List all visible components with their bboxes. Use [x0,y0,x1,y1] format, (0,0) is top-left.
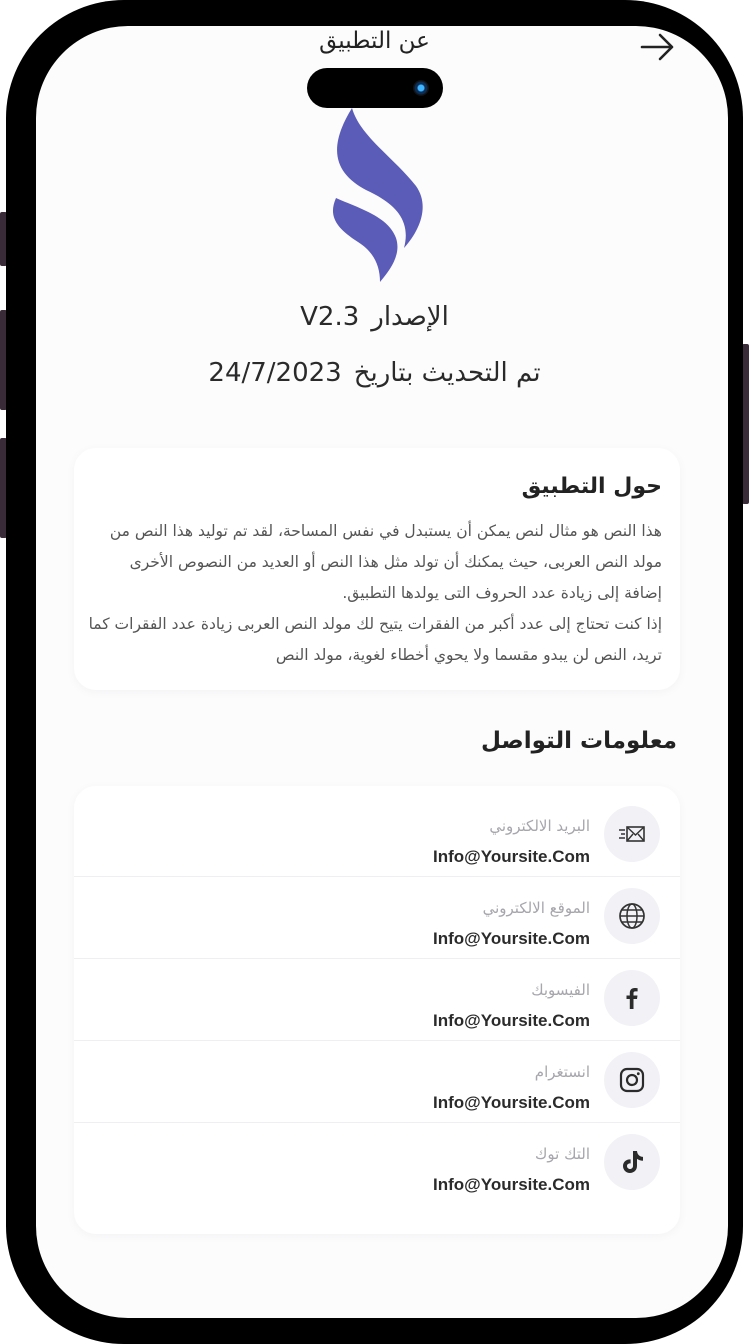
globe-icon [619,903,645,929]
contact-value[interactable]: Info@Yoursite.Com [433,929,590,949]
update-date: 24/7/2023 [208,358,342,388]
facebook-icon [626,988,638,1009]
contact-value[interactable]: Info@Yoursite.Com [433,1011,590,1031]
version-line: الإصدار V2.3 [0,302,749,332]
icon-circle [604,888,660,944]
camera-icon [413,80,429,96]
about-text: هذا النص هو مثال لنص يمكن أن يستبدل في ن… [88,516,662,671]
contact-value[interactable]: Info@Yoursite.Com [433,1093,590,1113]
update-label: تم التحديث بتاريخ [353,358,541,388]
contact-row-tiktok[interactable]: التك توك Info@Yoursite.Com [74,1123,680,1204]
contact-heading: معلومات التواصل [481,728,677,754]
dynamic-island [307,68,443,108]
contact-label: الفيسوبك [531,981,590,999]
contact-label: الموقع الالكتروني [482,899,590,917]
about-paragraph: هذا النص هو مثال لنص يمكن أن يستبدل في ن… [109,522,662,602]
tiktok-icon [623,1151,643,1173]
contact-row-website[interactable]: الموقع الالكتروني Info@Yoursite.Com [74,877,680,959]
contact-row-facebook[interactable]: الفيسوبك Info@Yoursite.Com [74,959,680,1041]
about-paragraph: إذا كنت تحتاج إلى عدد أكبر من الفقرات يت… [88,615,662,664]
back-arrow-icon[interactable] [638,30,678,64]
app-logo [332,108,423,282]
icon-circle [604,1134,660,1190]
contact-value[interactable]: Info@Yoursite.Com [433,847,590,867]
contact-label: انستغرام [534,1063,590,1081]
icon-circle [604,806,660,862]
contact-row-instagram[interactable]: انستغرام Info@Yoursite.Com [74,1041,680,1123]
about-heading: حول التطبيق [521,474,662,499]
page-title: عن التطبيق [319,28,430,54]
version-value: V2.3 [300,302,360,332]
contact-card: البريد الالكتروني Info@Yoursite.Com المو… [74,786,680,1234]
contact-label: التك توك [535,1145,590,1163]
contact-value[interactable]: Info@Yoursite.Com [433,1175,590,1195]
icon-circle [604,970,660,1026]
email-icon [619,826,645,842]
version-label: الإصدار [371,302,449,332]
icon-circle [604,1052,660,1108]
about-card: حول التطبيق هذا النص هو مثال لنص يمكن أن… [74,448,680,690]
update-line: تم التحديث بتاريخ 24/7/2023 [0,358,749,388]
contact-label: البريد الالكتروني [489,817,590,835]
instagram-icon [619,1067,645,1093]
contact-row-email[interactable]: البريد الالكتروني Info@Yoursite.Com [74,795,680,877]
